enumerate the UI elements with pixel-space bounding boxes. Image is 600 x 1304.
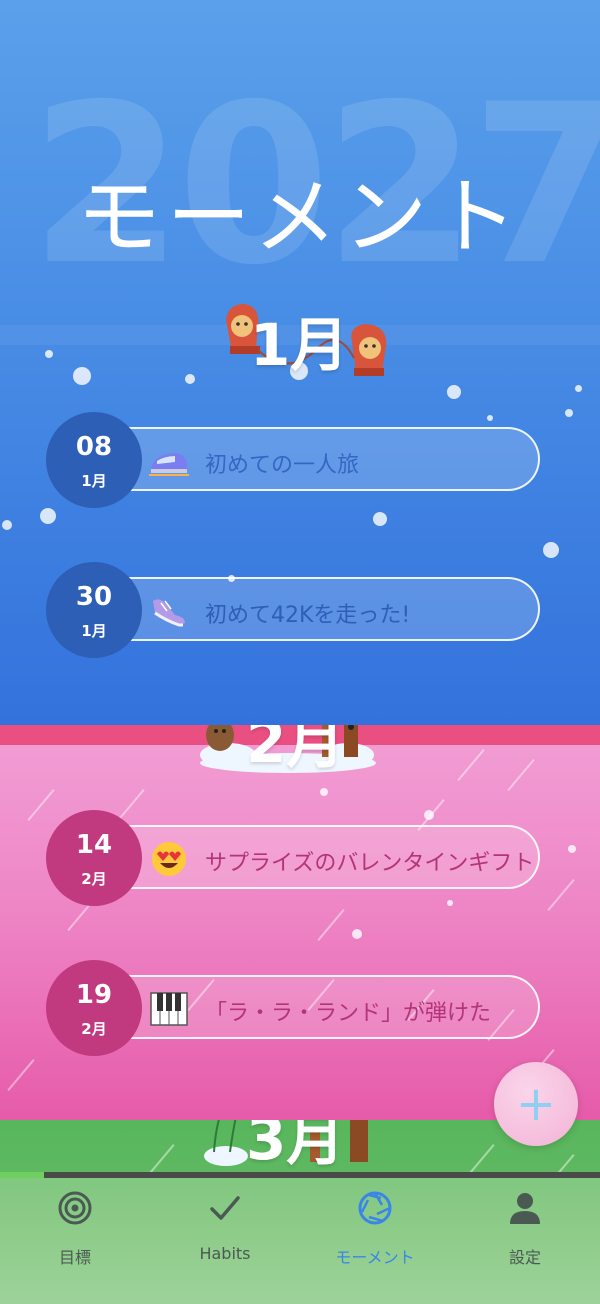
moment-date-badge: 14 2月: [46, 810, 142, 906]
bottom-nav: 目標 Habits モーメント 設定: [0, 1172, 600, 1304]
moment-day: 30: [75, 582, 113, 612]
person-icon: [510, 1193, 540, 1224]
moment-date-badge: 19 2月: [46, 960, 142, 1056]
add-moment-button[interactable]: +: [494, 1062, 578, 1146]
piano-keys-icon: [150, 992, 188, 1026]
moment-card[interactable]: 「ラ・ラ・ランド」が弾けた: [95, 975, 540, 1039]
sneaker-icon: [153, 599, 185, 627]
moment-day: 14: [75, 830, 113, 860]
moment-card[interactable]: サプライズのバレンタインギフト: [95, 825, 540, 889]
moment-card[interactable]: 初めての一人旅: [95, 427, 540, 491]
moment-day: 19: [75, 980, 113, 1010]
heart-eyes-icon: [152, 842, 186, 876]
nav-label: 設定: [508, 1248, 541, 1267]
january-section: 2027 モーメント 1月 初めての一人旅 08 1月 初めて42Kを走った! …: [0, 0, 600, 725]
moment-month: 1月: [81, 472, 107, 490]
moment-month: 1月: [81, 622, 107, 640]
moment-month: 2月: [81, 1020, 107, 1038]
aperture-icon: [358, 1191, 392, 1225]
check-icon: [210, 1196, 240, 1220]
nav-label: Habits: [199, 1244, 251, 1263]
nav-label: 目標: [58, 1248, 91, 1267]
month-label-january: 1月: [250, 311, 349, 379]
plus-icon: +: [515, 1076, 557, 1132]
moment-day: 08: [75, 432, 113, 462]
moment-month: 2月: [81, 870, 107, 888]
moment-text: サプライズのバレンタインギフト: [205, 851, 535, 876]
moment-card[interactable]: 初めて42Kを走った!: [95, 577, 540, 641]
moment-text: 「ラ・ラ・ランド」が弾けた: [205, 1001, 492, 1026]
target-icon: [58, 1191, 92, 1225]
bullet-train-icon: [149, 453, 189, 476]
moment-text: 初めて42Kを走った!: [205, 603, 411, 628]
progress-bar: [0, 1172, 600, 1178]
february-section: 2月 サプライズのバレンタインギフト 14 2月 「ラ・ラ・ランド」が弾けた 1…: [0, 725, 600, 1125]
month-label-february: 2月: [246, 725, 345, 776]
nav-label: モーメント: [335, 1248, 415, 1267]
moment-text: 初めての一人旅: [205, 453, 360, 478]
moment-date-badge: 30 1月: [46, 562, 142, 658]
moment-date-badge: 08 1月: [46, 412, 142, 508]
page-title: モーメント: [76, 168, 524, 266]
month-label-march: 3月: [246, 1120, 345, 1173]
